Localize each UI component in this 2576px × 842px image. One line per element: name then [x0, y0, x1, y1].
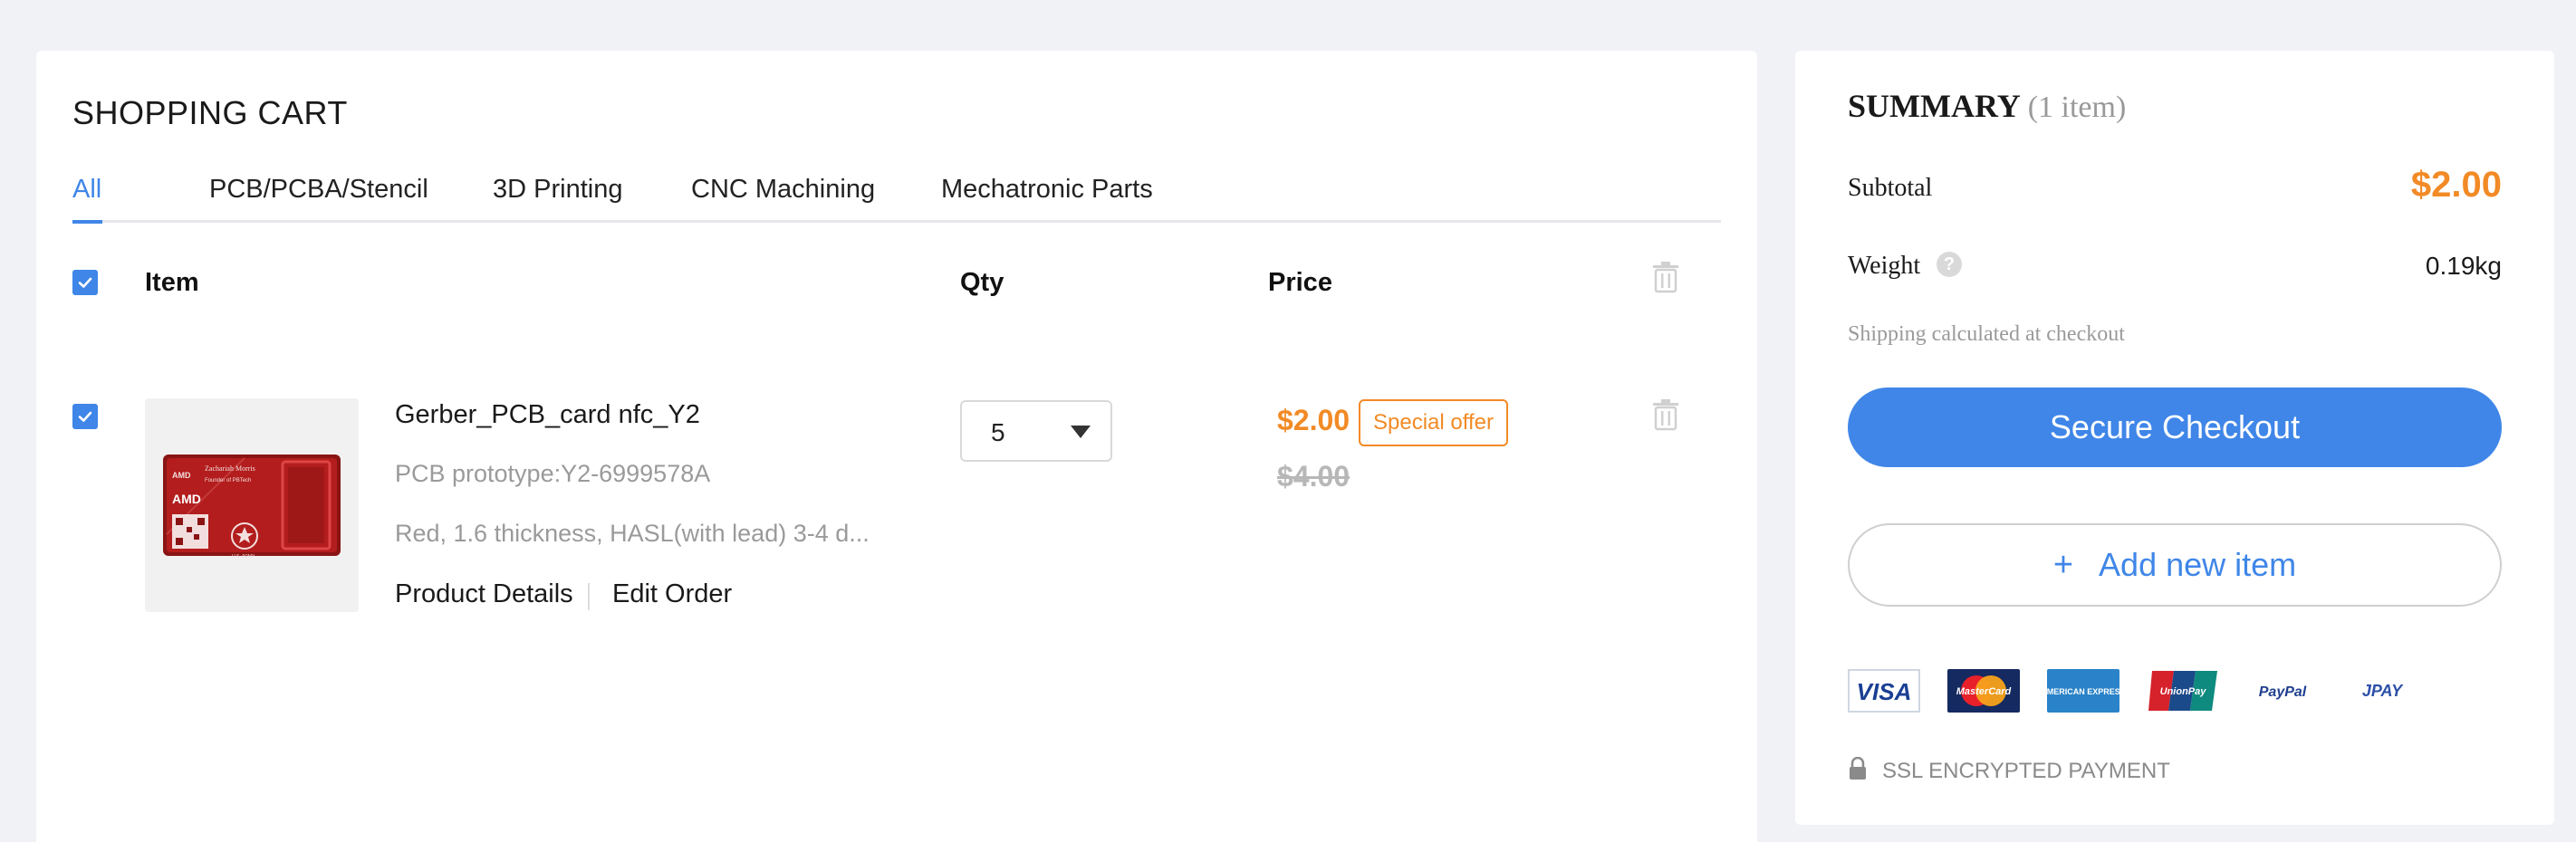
svg-text:PayPal: PayPal: [2259, 684, 2307, 700]
item-price: $2.00: [1277, 404, 1350, 436]
summary-title: SUMMARY (1 item): [1848, 87, 2126, 125]
card-role-text: Founder of PBTech: [205, 478, 251, 483]
mastercard-icon: MasterCard: [1947, 669, 2020, 713]
check-icon: [78, 277, 92, 288]
weight-label: Weight: [1848, 252, 1921, 280]
delete-selected-button[interactable]: [1650, 261, 1681, 293]
product-thumbnail[interactable]: AMD AMD Zachariah Morris Founder of PBTe…: [145, 398, 359, 612]
svg-text:JPAY: JPAY: [2362, 682, 2404, 700]
svg-text:MasterCard: MasterCard: [1956, 686, 2012, 697]
svg-text:AMERICAN EXPRESS: AMERICAN EXPRESS: [2047, 687, 2119, 696]
original-price: $4.00: [1277, 460, 1350, 493]
check-icon: [78, 411, 92, 422]
tab-3d-printing[interactable]: 3D Printing: [493, 168, 622, 223]
quantity-select[interactable]: 5: [960, 400, 1112, 462]
delete-item-button[interactable]: [1650, 398, 1681, 431]
card-brand-text: AMD: [172, 492, 201, 506]
tab-all[interactable]: All: [72, 168, 101, 223]
select-all-checkbox[interactable]: [72, 270, 98, 295]
page-title: SHOPPING CART: [72, 94, 348, 131]
jpay-icon: JPAY: [2362, 682, 2404, 700]
tab-mechatronic-parts[interactable]: Mechatronic Parts: [941, 168, 1153, 223]
subtotal-value: $2.00: [2410, 165, 2502, 205]
special-offer-badge: Special offer: [1359, 399, 1508, 446]
summary-item-count: (1 item): [2027, 91, 2127, 124]
edit-order-link[interactable]: Edit Order: [612, 579, 732, 609]
quantity-value: 5: [991, 418, 1005, 446]
summary-heading: SUMMARY: [1848, 88, 2021, 124]
product-name[interactable]: Gerber_PCB_card nfc_Y2: [395, 400, 700, 430]
trash-icon: [1653, 399, 1678, 431]
product-description: Red, 1.6 thickness, HASL(with lead) 3-4 …: [395, 520, 870, 547]
summary-panel: SUMMARY (1 item) Subtotal $2.00 Weight ? …: [1795, 51, 2554, 825]
category-tabs: All PCB/PCBA/Stencil 3D Printing CNC Mac…: [72, 168, 1721, 224]
cart-panel: SHOPPING CART All PCB/PCBA/Stencil 3D Pr…: [36, 51, 1757, 842]
american-express-icon: AMERICAN EXPRESS: [2047, 669, 2119, 713]
visa-icon: VISA: [1848, 669, 1920, 713]
column-header-item: Item: [145, 268, 199, 297]
link-divider: [588, 583, 590, 610]
caret-down-icon: [1071, 426, 1091, 438]
plus-icon: +: [2052, 545, 2074, 584]
svg-text:VISA: VISA: [1857, 678, 1912, 705]
weight-value: 0.19kg: [2425, 252, 2502, 280]
help-icon[interactable]: ?: [1937, 252, 1962, 277]
lock-icon: [1850, 757, 1866, 780]
product-subtitle: PCB prototype:Y2-6999578A: [395, 460, 711, 487]
page: SHOPPING CART All PCB/PCBA/Stencil 3D Pr…: [0, 0, 2576, 842]
unionpay-icon: UnionPay: [2148, 671, 2217, 711]
pcb-card-image: AMD AMD Zachariah Morris Founder of PBTe…: [163, 454, 341, 560]
tab-pcb-pcba-stencil[interactable]: PCB/PCBA/Stencil: [209, 168, 428, 223]
ssl-encrypted-label: SSL ENCRYPTED PAYMENT: [1882, 759, 2170, 783]
secure-checkout-button[interactable]: Secure Checkout: [1848, 388, 2502, 467]
item-checkbox[interactable]: [72, 404, 98, 429]
svg-text:UnionPay: UnionPay: [2160, 686, 2207, 697]
tab-cnc-machining[interactable]: CNC Machining: [691, 168, 875, 223]
product-details-link[interactable]: Product Details: [395, 579, 573, 609]
card-logo-text: AMD: [172, 471, 191, 480]
column-header-price: Price: [1268, 268, 1332, 297]
add-new-item-button[interactable]: + Add new item: [1848, 523, 2502, 607]
active-tab-indicator: [72, 220, 102, 224]
subtotal-label: Subtotal: [1848, 174, 1933, 202]
paypal-icon: PayPal: [2259, 684, 2307, 700]
column-header-qty: Qty: [960, 268, 1004, 297]
add-new-item-label: Add new item: [2099, 546, 2297, 583]
card-org-text: U.S. ARMY: [232, 554, 255, 560]
card-name-text: Zachariah Morris: [205, 464, 255, 473]
trash-icon: [1653, 262, 1678, 293]
shipping-note: Shipping calculated at checkout: [1848, 322, 2125, 346]
